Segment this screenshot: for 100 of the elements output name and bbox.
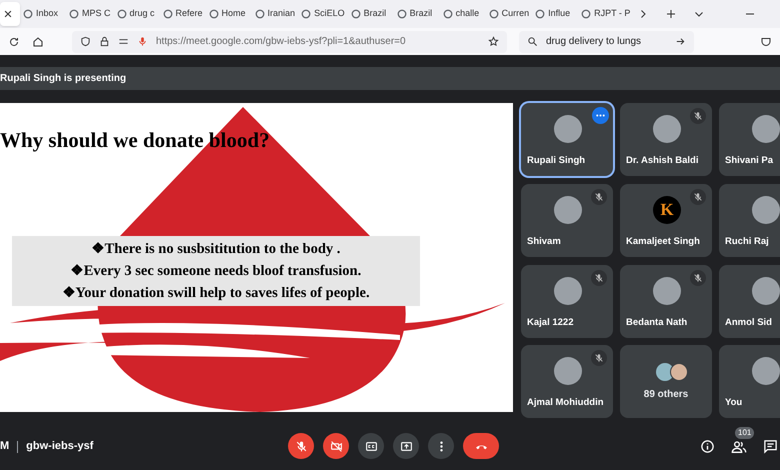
sliders-icon — [118, 36, 129, 47]
favicon-icon — [301, 9, 312, 19]
favicon-icon — [535, 9, 546, 19]
slide-title: Why should we donate blood? — [0, 127, 270, 154]
avatar — [752, 357, 780, 386]
favicon-icon — [350, 9, 361, 19]
favicon-icon — [116, 9, 127, 19]
microphone-button[interactable] — [288, 433, 314, 459]
mic-off-icon — [594, 353, 604, 364]
participant-name: Kajal 1222 — [527, 316, 574, 330]
plus-icon[interactable] — [665, 8, 678, 20]
more-options-button[interactable] — [592, 107, 609, 124]
participant-tile[interactable]: Kajal 1222 — [521, 264, 613, 338]
browser-tab[interactable]: drug c — [114, 2, 160, 26]
participant-count-badge: 101 — [735, 426, 754, 438]
browser-tab[interactable]: Refere — [160, 2, 206, 26]
participant-tile[interactable]: Dr. Ashish Baldi — [620, 103, 712, 176]
home-icon[interactable] — [32, 36, 44, 48]
favicon-icon — [488, 9, 499, 19]
participant-name: Shivani Pa — [725, 154, 774, 168]
participant-tile[interactable]: Ajmal Mohiuddin — [521, 345, 613, 418]
browser-tab[interactable]: Influe — [532, 2, 578, 26]
participant-name: Anmol Sid — [725, 316, 772, 330]
avatar — [752, 276, 780, 304]
avatar — [554, 276, 582, 304]
browser-tab[interactable]: Home — [206, 2, 252, 26]
shield-icon — [80, 36, 91, 47]
lock-icon — [99, 36, 110, 47]
presenter-label: Rupali Singh is presenting — [0, 72, 126, 86]
favicon-icon — [581, 9, 592, 19]
info-icon[interactable] — [700, 439, 715, 454]
avatar — [554, 357, 582, 386]
favicon-icon — [69, 9, 79, 19]
microphone-icon — [137, 36, 148, 47]
people-icon[interactable] — [731, 438, 747, 454]
favicon-icon — [396, 9, 407, 19]
others-count: 89 others — [642, 388, 690, 402]
participant-name: Shivam — [527, 234, 561, 249]
participant-tile[interactable]: Ruchi Raj — [719, 184, 780, 257]
avatar — [653, 276, 681, 304]
chat-icon[interactable] — [763, 439, 778, 454]
close-icon — [3, 9, 13, 19]
browser-tab[interactable]: challe — [440, 2, 486, 26]
end-call-button[interactable] — [463, 433, 499, 459]
browser-tab[interactable] — [0, 2, 20, 26]
search-icon — [527, 36, 538, 47]
participant-name: Dr. Ashish Baldi — [626, 154, 698, 168]
avatar — [670, 363, 688, 382]
participant-name: Ajmal Mohiuddin — [527, 396, 604, 410]
mic-off-icon — [693, 111, 703, 121]
participant-name: Ruchi Raj — [725, 234, 769, 249]
participant-tile[interactable]: K Kamaljeet Singh — [620, 184, 712, 257]
participant-name: You — [725, 396, 742, 410]
star-icon[interactable] — [488, 36, 499, 47]
participant-tile[interactable]: You — [719, 345, 780, 418]
arrow-right-icon — [675, 36, 686, 47]
participant-tile[interactable]: 89 others — [620, 345, 712, 418]
participant-tile[interactable]: Bedanta Nath — [620, 264, 712, 338]
browser-tab[interactable]: SciELO — [298, 2, 348, 26]
more-options-button[interactable] — [428, 433, 454, 459]
camera-off-icon — [330, 440, 342, 452]
participant-tile[interactable]: Rupali Singh — [521, 103, 613, 176]
reload-icon[interactable] — [8, 36, 20, 48]
participant-name: Rupali Singh — [527, 154, 586, 168]
meeting-time: M — [0, 439, 10, 454]
browser-tab[interactable]: RJPT - P — [578, 2, 634, 26]
browser-tab[interactable]: MPS C — [66, 2, 114, 26]
captions-button[interactable] — [358, 433, 384, 459]
browser-tab[interactable]: Brazil — [394, 2, 440, 26]
bullet-text: ❖Every 3 sec someone needs bloof transfusion. — [70, 262, 362, 281]
search-field[interactable]: drug delivery to lungs — [519, 30, 694, 52]
mic-off-icon — [693, 272, 703, 282]
browser-tab[interactable]: Curren — [486, 2, 532, 26]
mic-off-icon — [294, 440, 308, 452]
participant-tile[interactable]: Shivam — [521, 184, 613, 257]
url-text: https://meet.google.com/gbw-iebs-ysf?pli=1&authuser=0 — [156, 35, 406, 49]
present-button[interactable] — [393, 433, 419, 459]
avatar — [752, 115, 780, 143]
favicon-icon — [23, 9, 33, 19]
mic-off-icon — [594, 192, 604, 202]
favicon-icon — [254, 9, 265, 19]
mic-off-icon — [594, 272, 604, 282]
favicon-icon — [162, 9, 173, 19]
favicon-icon — [208, 9, 219, 19]
browser-tab[interactable]: Brazil — [348, 2, 394, 26]
avatar — [752, 196, 780, 224]
pocket-icon[interactable] — [760, 36, 772, 48]
participant-tile[interactable]: Shivani Pa — [719, 103, 780, 176]
address-bar[interactable]: https://meet.google.com/gbw-iebs-ysf?pli=1&authuser=0 — [72, 30, 507, 52]
participant-name: Bedanta Nath — [626, 316, 688, 330]
avatar — [653, 115, 681, 143]
bullet-text: ❖There is no susbsititution to the body . — [92, 240, 340, 259]
browser-tab[interactable]: Inbox — [20, 2, 66, 26]
browser-tab[interactable]: Iranian — [252, 2, 298, 26]
camera-button[interactable] — [323, 433, 349, 459]
present-icon — [400, 440, 412, 452]
captions-icon — [364, 440, 378, 452]
participant-tile[interactable]: Anmol Sid — [719, 264, 780, 338]
avatar — [554, 196, 582, 224]
avatar — [554, 115, 582, 143]
